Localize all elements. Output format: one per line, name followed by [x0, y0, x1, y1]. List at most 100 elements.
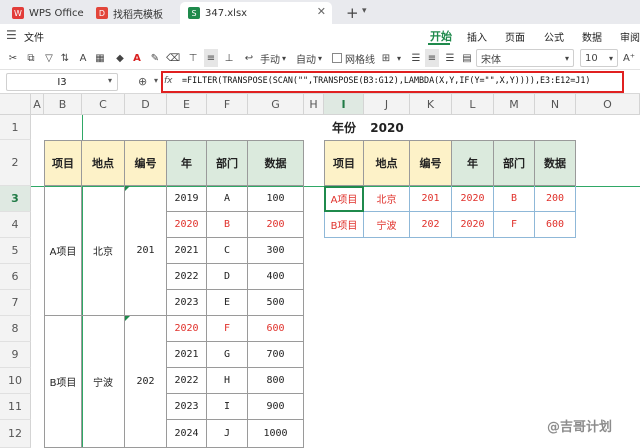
zoom-icon[interactable]: ⊕ [138, 75, 147, 88]
chevron-down-icon[interactable]: ▾ [282, 49, 286, 67]
year-cell[interactable]: 2023 [167, 394, 207, 420]
manual-wrap-button[interactable]: 手动 [260, 49, 280, 67]
department-cell[interactable]: B [207, 212, 248, 238]
chevron-down-icon[interactable]: ▾ [362, 6, 367, 16]
close-icon[interactable]: ✕ [317, 5, 326, 18]
result-header-cell[interactable]: 编号 [410, 140, 452, 186]
chevron-down-icon[interactable]: ▾ [108, 76, 112, 85]
sort-icon[interactable]: ⇅ [58, 49, 72, 67]
year-cell[interactable]: 2020 [167, 316, 207, 342]
department-cell[interactable]: E [207, 290, 248, 316]
department-cell[interactable]: H [207, 368, 248, 394]
result-cell[interactable]: B项目 [324, 212, 364, 238]
tab-workbook[interactable]: S 347.xlsx ✕ [180, 2, 332, 24]
result-cell[interactable]: 2020 [452, 186, 494, 212]
department-cell[interactable]: J [207, 420, 248, 448]
value-cell[interactable]: 600 [248, 316, 304, 342]
ribbon-tab-data[interactable]: 数据 [582, 29, 602, 44]
result-header-cell[interactable]: 部门 [494, 140, 535, 186]
row-header-6[interactable]: 6 [0, 264, 31, 290]
gridlines-checkbox[interactable] [332, 53, 342, 63]
year-cell[interactable]: 2020 [167, 212, 207, 238]
value-cell[interactable]: 500 [248, 290, 304, 316]
table-header-cell[interactable]: 编号 [125, 140, 167, 186]
filter-icon[interactable]: ▽ [42, 49, 56, 67]
department-cell[interactable]: C [207, 238, 248, 264]
result-cell[interactable]: 北京 [364, 186, 410, 212]
font-size-select[interactable]: 10 ▾ [580, 49, 618, 67]
column-header-o[interactable]: O [576, 94, 640, 115]
eraser-icon[interactable]: ⌫ [166, 49, 180, 67]
merged-place-cell[interactable]: 北京 [82, 186, 125, 316]
row-header-12[interactable]: 12 [0, 420, 31, 448]
align-middle-icon[interactable]: ≡ [204, 49, 218, 67]
column-header-f[interactable]: F [207, 94, 248, 115]
row-header-4[interactable]: 4 [0, 212, 31, 238]
result-cell[interactable]: 202 [410, 212, 452, 238]
year-cell[interactable]: 2021 [167, 342, 207, 368]
year-cell[interactable]: 2024 [167, 420, 207, 448]
value-cell[interactable]: 100 [248, 186, 304, 212]
text-color-icon[interactable]: A [130, 49, 144, 67]
value-cell[interactable]: 300 [248, 238, 304, 264]
row-header-8[interactable]: 8 [0, 316, 31, 342]
file-menu[interactable]: 文件 [24, 29, 44, 44]
row-header-10[interactable]: 10 [0, 368, 31, 394]
year-cell[interactable]: 2022 [167, 264, 207, 290]
increase-font-icon[interactable]: A⁺ [622, 49, 636, 67]
row-header-3[interactable]: 3 [0, 186, 31, 212]
merged-code-cell[interactable]: 202 [125, 316, 167, 448]
value-cell[interactable]: 200 [248, 212, 304, 238]
font-color-icon[interactable]: A [76, 49, 90, 67]
column-header-l[interactable]: L [452, 94, 494, 115]
table-style-icon[interactable]: ⊞ [378, 49, 394, 67]
department-cell[interactable]: A [207, 186, 248, 212]
result-header-cell[interactable]: 数据 [535, 140, 576, 186]
value-cell[interactable]: 1000 [248, 420, 304, 448]
ribbon-tab-page[interactable]: 页面 [505, 29, 525, 44]
fill-color-icon[interactable]: ◆ [112, 49, 128, 67]
new-tab-icon[interactable]: + [346, 4, 359, 22]
column-header-k[interactable]: K [410, 94, 452, 115]
result-cell[interactable]: F [494, 212, 535, 238]
name-box[interactable]: I3 [6, 73, 118, 91]
year-cell[interactable]: 2021 [167, 238, 207, 264]
align-center-icon[interactable]: ≡ [425, 49, 439, 67]
auto-button[interactable]: 自动 [296, 49, 316, 67]
table-header-cell[interactable]: 部门 [207, 140, 248, 186]
ribbon-tab-formula[interactable]: 公式 [544, 29, 564, 44]
menu-icon[interactable]: ☰ [6, 28, 17, 42]
row-header-11[interactable]: 11 [0, 394, 31, 420]
align-left-icon[interactable]: ☰ [409, 49, 423, 67]
department-cell[interactable]: D [207, 264, 248, 290]
result-cell[interactable]: 宁波 [364, 212, 410, 238]
font-name-select[interactable]: 宋体 ▾ [476, 49, 574, 67]
align-right-icon[interactable]: ☰ [443, 49, 457, 67]
tab-template[interactable]: D 找稻壳模板 [88, 2, 176, 24]
ribbon-tab-review[interactable]: 审阅 [620, 29, 640, 44]
border-icon[interactable]: ▦ [92, 49, 108, 67]
merged-code-cell[interactable]: 201 [125, 186, 167, 316]
ribbon-tab-insert[interactable]: 插入 [467, 29, 487, 44]
fx-icon[interactable]: fx [164, 76, 173, 86]
copy-icon[interactable]: ⧉ [24, 49, 38, 67]
column-header-h[interactable]: H [304, 94, 324, 115]
year-cell[interactable]: 2019 [167, 186, 207, 212]
department-cell[interactable]: F [207, 316, 248, 342]
align-top-icon[interactable]: ⊤ [186, 49, 200, 67]
result-header-cell[interactable]: 项目 [324, 140, 364, 186]
column-header-g[interactable]: G [248, 94, 304, 115]
result-cell[interactable]: 2020 [452, 212, 494, 238]
select-all-corner[interactable] [0, 94, 31, 115]
column-header-c[interactable]: C [82, 94, 125, 115]
row-header-2[interactable]: 2 [0, 140, 31, 186]
ribbon-tab-home[interactable]: 开始 [430, 28, 452, 44]
table-header-cell[interactable]: 项目 [44, 140, 82, 186]
result-cell[interactable]: 201 [410, 186, 452, 212]
chevron-down-icon[interactable]: ▾ [154, 76, 158, 85]
value-cell[interactable]: 700 [248, 342, 304, 368]
value-cell[interactable]: 400 [248, 264, 304, 290]
result-header-cell[interactable]: 年 [452, 140, 494, 186]
value-cell[interactable]: 800 [248, 368, 304, 394]
formula-input[interactable]: =FILTER(TRANSPOSE(SCAN("",TRANSPOSE(B3:G… [182, 75, 620, 89]
